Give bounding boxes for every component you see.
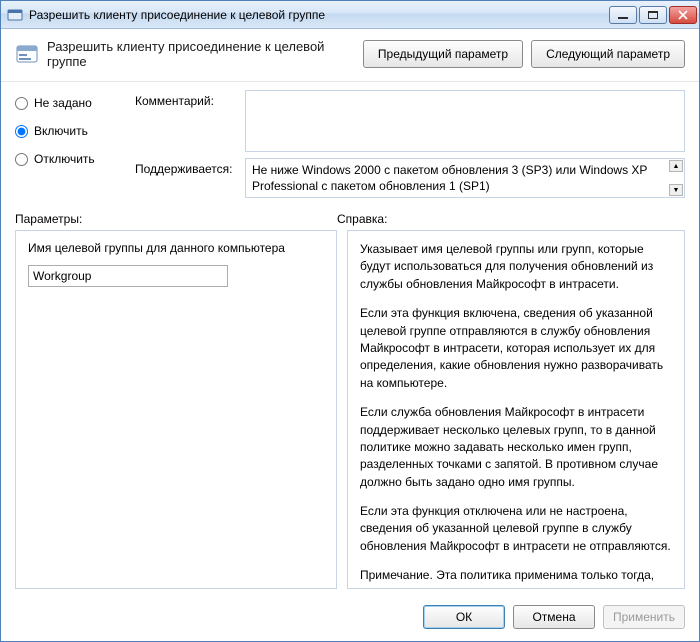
ok-button[interactable]: ОК	[423, 605, 505, 629]
help-text: Если эта функция включена, сведения об у…	[360, 305, 672, 392]
titlebar[interactable]: Разрешить клиенту присоединение к целево…	[1, 1, 699, 29]
footer: ОК Отмена Применить	[1, 595, 699, 641]
dialog-window: Разрешить клиенту присоединение к целево…	[0, 0, 700, 642]
help-section-label: Справка:	[337, 212, 685, 226]
supported-on-text: Не ниже Windows 2000 с пакетом обновлени…	[252, 163, 647, 193]
policy-icon	[15, 42, 39, 66]
header-title: Разрешить клиенту присоединение к целево…	[47, 39, 355, 69]
radio-disabled-input[interactable]	[15, 153, 28, 166]
scroll-down-button[interactable]: ▼	[669, 184, 683, 196]
help-text: Примечание. Эта политика применима тольк…	[360, 567, 672, 589]
close-button[interactable]	[669, 6, 697, 24]
params-section-label: Параметры:	[15, 212, 337, 226]
supported-on-box: Не ниже Windows 2000 с пакетом обновлени…	[245, 158, 685, 198]
header: Разрешить клиенту присоединение к целево…	[1, 29, 699, 82]
minimize-button[interactable]	[609, 6, 637, 24]
apply-button[interactable]: Применить	[603, 605, 685, 629]
radio-enabled[interactable]: Включить	[15, 124, 135, 138]
radio-label: Не задано	[34, 96, 92, 110]
next-setting-button[interactable]: Следующий параметр	[531, 40, 685, 68]
comment-label: Комментарий:	[135, 90, 245, 152]
radio-label: Включить	[34, 124, 88, 138]
params-panel: Имя целевой группы для данного компьютер…	[15, 230, 337, 589]
radio-disabled[interactable]: Отключить	[15, 152, 135, 166]
target-group-input[interactable]	[28, 265, 228, 287]
cancel-button[interactable]: Отмена	[513, 605, 595, 629]
param-target-group-label: Имя целевой группы для данного компьютер…	[28, 241, 324, 255]
scroll-up-button[interactable]: ▲	[669, 160, 683, 172]
maximize-button[interactable]	[639, 6, 667, 24]
prev-setting-button[interactable]: Предыдущий параметр	[363, 40, 523, 68]
radio-enabled-input[interactable]	[15, 125, 28, 138]
radio-label: Отключить	[34, 152, 95, 166]
help-panel[interactable]: Указывает имя целевой группы или групп, …	[347, 230, 685, 589]
help-text: Если служба обновления Майкрософт в интр…	[360, 404, 672, 491]
window-title: Разрешить клиенту присоединение к целево…	[29, 8, 609, 22]
help-text: Указывает имя целевой группы или групп, …	[360, 241, 672, 293]
radio-not-configured-input[interactable]	[15, 97, 28, 110]
supported-label: Поддерживается:	[135, 158, 245, 198]
radio-not-configured[interactable]: Не задано	[15, 96, 135, 110]
help-text: Если эта функция отключена или не настро…	[360, 503, 672, 555]
state-radio-group: Не задано Включить Отключить	[15, 90, 135, 198]
comment-textarea[interactable]	[245, 90, 685, 152]
app-icon	[7, 7, 23, 23]
